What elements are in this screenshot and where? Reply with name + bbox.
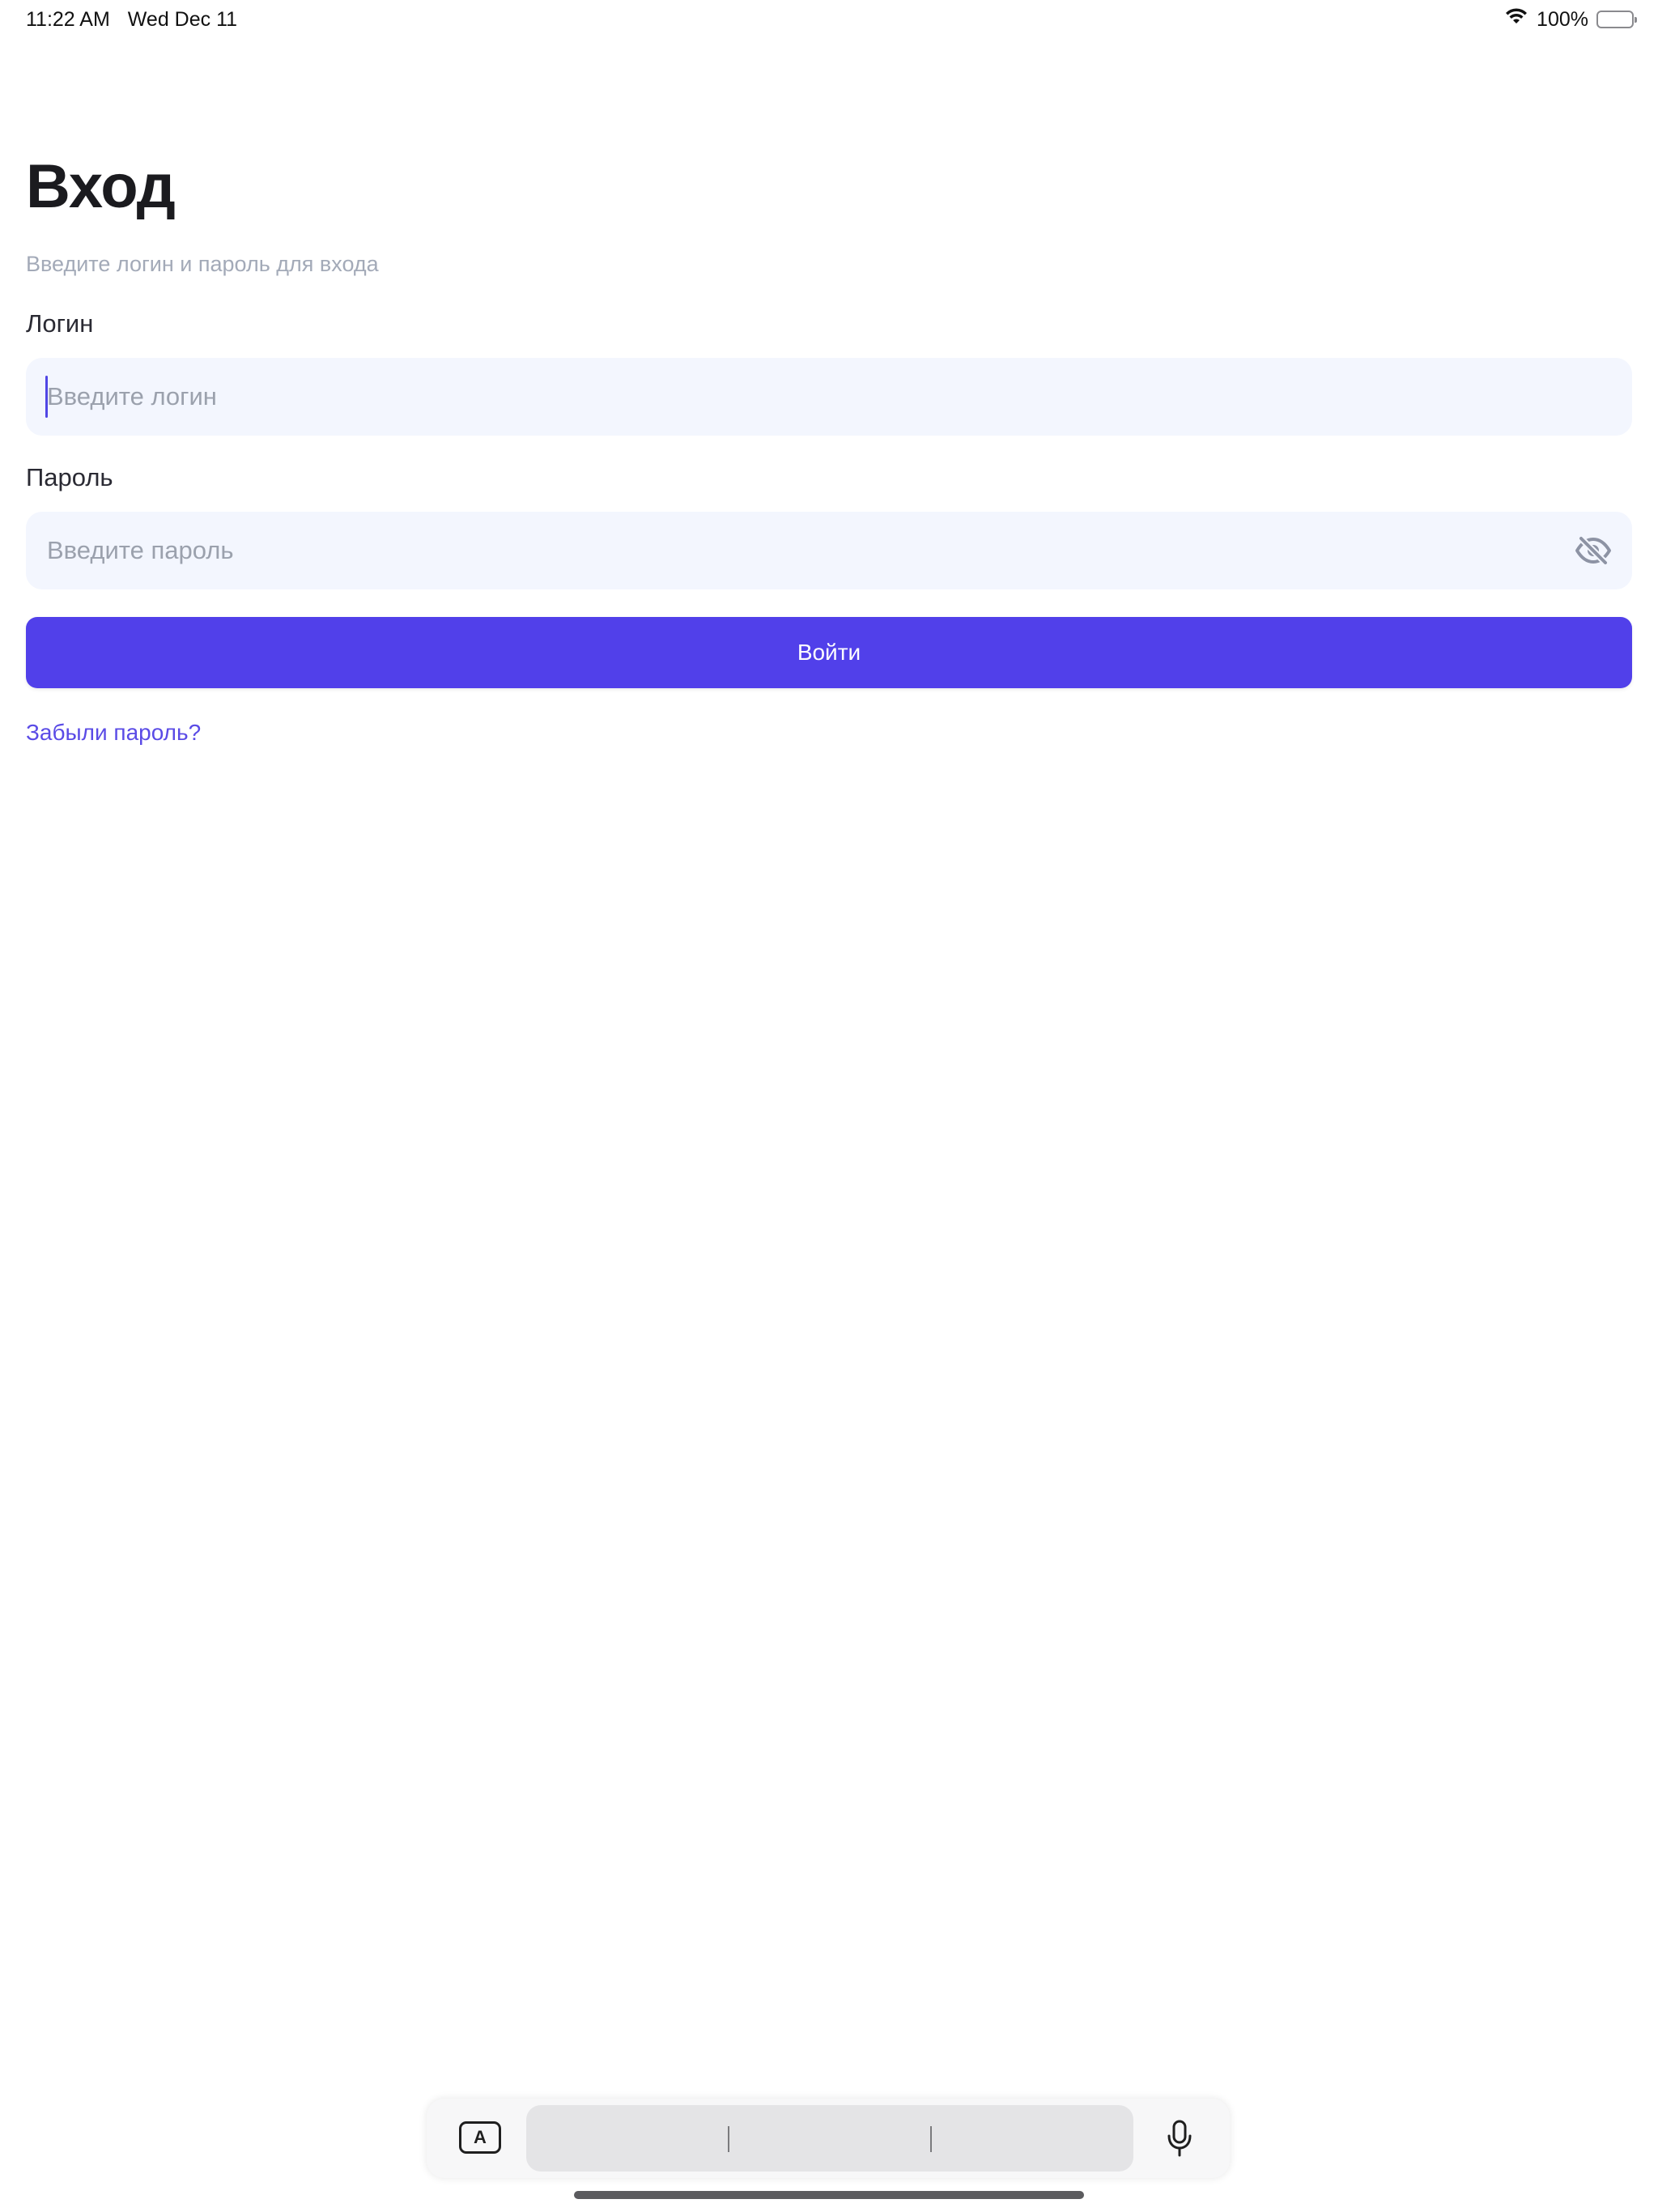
login-label: Логин [26,309,94,338]
status-bar-left: 11:22 AM Wed Dec 11 [26,6,237,32]
wifi-icon [1504,6,1528,32]
status-bar-right: 100% [1504,6,1637,32]
battery-icon [1596,11,1637,28]
keyboard-accessory-bar: A [427,2099,1230,2178]
login-page: 11:22 AM Wed Dec 11 100% Вход Введите ло… [0,0,1658,2212]
suggestion-divider [728,2126,729,2152]
status-time: 11:22 AM [26,8,110,31]
text-format-label: A [474,2127,487,2147]
password-field[interactable] [26,512,1632,589]
text-format-icon[interactable]: A [459,2121,501,2154]
forgot-password-link[interactable]: Забыли пароль? [26,717,201,748]
suggestion-divider [930,2126,932,2152]
login-input[interactable] [45,381,1613,412]
password-input[interactable] [45,535,1574,566]
suggestion-bar[interactable] [526,2105,1133,2172]
status-date: Wed Dec 11 [127,8,238,31]
login-field[interactable] [26,358,1632,436]
password-label: Пароль [26,463,113,491]
eye-slash-icon[interactable] [1574,531,1613,570]
home-indicator[interactable] [574,2191,1084,2199]
battery-percent: 100% [1537,8,1588,31]
page-subtitle: Введите логин и пароль для входа [26,252,379,276]
microphone-icon[interactable] [1167,2120,1192,2157]
page-title: Вход [26,152,176,221]
login-button[interactable]: Войти [26,617,1632,688]
text-caret [45,376,48,418]
